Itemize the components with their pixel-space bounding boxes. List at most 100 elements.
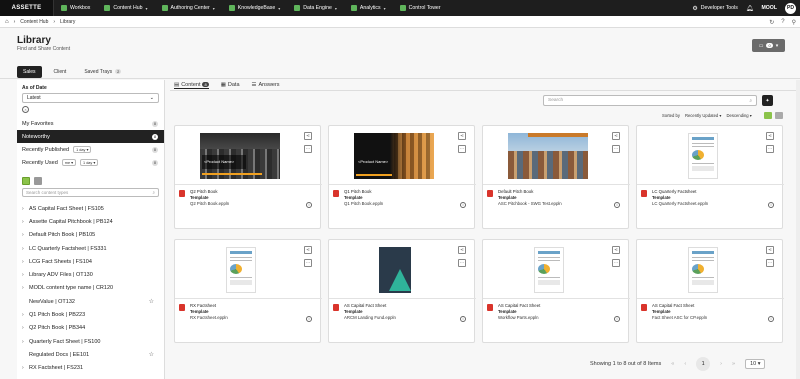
tray-button[interactable]: ▭ 0 ▾ [752, 39, 785, 52]
chevron-right-icon[interactable]: › [22, 219, 29, 225]
star-icon[interactable]: ☆ [149, 298, 154, 305]
advanced-search-button[interactable]: ✦ [762, 95, 773, 106]
folder-tree-icon[interactable] [22, 177, 30, 185]
prev-page-icon[interactable]: ‹ [684, 361, 686, 367]
share-button[interactable]: ⋖ [458, 132, 466, 140]
developer-tools-link[interactable]: ⚙ Developer Tools [692, 5, 738, 12]
info-icon[interactable]: i [306, 202, 312, 208]
last-page-icon[interactable]: » [732, 361, 735, 367]
more-options-button[interactable]: ⋯ [612, 259, 620, 267]
chevron-right-icon[interactable]: › [22, 365, 29, 371]
content-type-item[interactable]: › AS Capital Fact Sheet | FS105 [17, 202, 164, 215]
chevron-right-icon[interactable]: › [22, 325, 29, 331]
help-icon[interactable]: ? [781, 19, 784, 25]
pin-icon[interactable]: ⚲ [792, 19, 796, 26]
bell-icon[interactable]: 🔔︎ [746, 5, 754, 12]
chevron-right-icon[interactable]: › [22, 259, 29, 265]
share-button[interactable]: ⋖ [766, 246, 774, 254]
filter-period-select[interactable]: me ▾ [61, 159, 77, 166]
nav-item-analytics[interactable]: Analytics ▾ [344, 0, 393, 16]
grid-view-icon[interactable] [764, 112, 772, 119]
content-card[interactable]: ⋖ ⋯ AS Capital Fact Sheet Template ARCM Land… [328, 239, 476, 343]
filter-recently-published[interactable]: Recently Published 1 day ▾ 0 [17, 143, 164, 156]
info-icon[interactable]: i [614, 202, 620, 208]
more-options-button[interactable]: ⋯ [304, 259, 312, 267]
content-card[interactable]: <Product Name> ⋖ ⋯ Q2 Pitch Book Template Q2 … [174, 125, 322, 229]
clear-filter-icon[interactable]: × [22, 106, 29, 113]
tab-client[interactable]: Client [48, 66, 73, 78]
content-type-item[interactable]: › Default Pitch Book | PB105 [17, 229, 164, 242]
brand-logo[interactable]: ASSETTE [0, 0, 54, 16]
content-type-item[interactable]: › Quarterly Fact Sheet | FS100 [17, 335, 164, 348]
content-card[interactable]: <Product Name> ⋖ ⋯ Q1 Pitch Book Template Q1 … [328, 125, 476, 229]
content-card[interactable]: ⋖ ⋯ Default Pitch Book Template ASC Pitchboo… [482, 125, 630, 229]
first-page-icon[interactable]: « [671, 361, 674, 367]
content-type-item[interactable]: › Q2 Pitch Book | PB344 [17, 322, 164, 335]
more-options-button[interactable]: ⋯ [458, 259, 466, 267]
chevron-right-icon[interactable]: › [22, 206, 29, 212]
filter-my-favorites[interactable]: My Favorites 0 [17, 117, 164, 130]
more-options-button[interactable]: ⋯ [304, 145, 312, 153]
content-card[interactable]: ⋖ ⋯ LC Quarterly Factsheet Template LC Quart… [636, 125, 784, 229]
page-size-select[interactable]: 10 ▾ [745, 359, 766, 369]
tab-sales[interactable]: Sales [17, 66, 42, 78]
info-icon[interactable]: i [460, 202, 466, 208]
share-button[interactable]: ⋖ [612, 246, 620, 254]
content-type-item[interactable]: › LCG Fact Sheets | FS104 [17, 255, 164, 268]
nav-item-data-engine[interactable]: Data Engine ▾ [287, 0, 344, 16]
chevron-right-icon[interactable]: › [22, 232, 29, 238]
info-icon[interactable]: i [614, 316, 620, 322]
sort-field-select[interactable]: Recently Updated ▾ [685, 113, 722, 118]
tab-answers[interactable]: ☰ Answers [252, 82, 280, 88]
share-button[interactable]: ⋖ [458, 246, 466, 254]
chevron-right-icon[interactable]: › [22, 312, 29, 318]
chevron-right-icon[interactable]: › [22, 272, 29, 278]
more-options-button[interactable]: ⋯ [612, 145, 620, 153]
info-icon[interactable]: i [306, 316, 312, 322]
nav-item-knowledgebase[interactable]: KnowledgeBase ▾ [222, 0, 288, 16]
briefcase-icon[interactable] [34, 177, 42, 185]
scrollbar[interactable] [796, 80, 800, 379]
info-icon[interactable]: i [768, 202, 774, 208]
nav-item-authoring-center[interactable]: Authoring Center ▾ [155, 0, 222, 16]
content-type-item[interactable]: › MODL content type name | CR120 [17, 282, 164, 295]
content-type-item[interactable]: NewValue | OT132 ☆ [17, 295, 164, 308]
more-options-button[interactable]: ⋯ [766, 145, 774, 153]
info-icon[interactable]: i [768, 316, 774, 322]
chevron-right-icon[interactable]: › [22, 246, 29, 252]
more-options-button[interactable]: ⋯ [766, 259, 774, 267]
chevron-right-icon[interactable]: › [22, 339, 29, 345]
page-number[interactable]: 1 [696, 357, 711, 371]
filter-period-select[interactable]: 1 day ▾ [80, 159, 99, 166]
content-type-item[interactable]: › RX Factsheet | FS231 [17, 362, 164, 375]
content-type-item[interactable]: › Q1 Pitch Book | PB223 [17, 308, 164, 321]
share-button[interactable]: ⋖ [612, 132, 620, 140]
share-button[interactable]: ⋖ [304, 132, 312, 140]
content-type-item[interactable]: Regulated Docs | EE101 ☆ [17, 348, 164, 361]
filter-recently-used[interactable]: Recently Used me ▾ 1 day ▾ 0 [17, 156, 164, 169]
nav-item-content-hub[interactable]: Content Hub ▾ [97, 0, 154, 16]
filter-period-select[interactable]: 1 day ▾ [73, 146, 92, 153]
sort-order-select[interactable]: Descending ▾ [727, 113, 752, 118]
star-icon[interactable]: ☆ [149, 351, 154, 358]
content-card[interactable]: ⋖ ⋯ AS Capital Fact Sheet Template Fact Shee… [636, 239, 784, 343]
refresh-icon[interactable]: ↻ [769, 19, 774, 26]
filter-noteworthy[interactable]: Noteworthy 8 [17, 130, 164, 143]
more-options-button[interactable]: ⋯ [458, 145, 466, 153]
content-card[interactable]: ⋖ ⋯ RX Factsheet Template RX Factsheet.eppln… [174, 239, 322, 343]
chevron-right-icon[interactable]: › [22, 285, 29, 291]
share-button[interactable]: ⋖ [304, 246, 312, 254]
content-type-item[interactable]: › Library ADV Files | OT130 [17, 268, 164, 281]
as-of-date-select[interactable]: Latest ⌄ [22, 93, 159, 103]
breadcrumb-item-content-hub[interactable]: Content Hub [20, 19, 48, 25]
avatar[interactable]: PD [785, 2, 796, 14]
home-icon[interactable]: ⌂ [5, 19, 9, 25]
content-card[interactable]: ⋖ ⋯ AS Capital Fact Sheet Template Workflow … [482, 239, 630, 343]
share-button[interactable]: ⋖ [766, 132, 774, 140]
info-icon[interactable]: i [460, 316, 466, 322]
nav-item-control-tower[interactable]: Control Tower [393, 0, 448, 16]
content-search-input[interactable]: Search ⌕ [543, 95, 757, 106]
tab-saved-trays[interactable]: Saved Trays 2 [78, 66, 127, 78]
tab-data[interactable]: ▦ Data [221, 82, 240, 88]
content-type-item[interactable]: › Assette Capital Pitchbook | PB124 [17, 215, 164, 228]
